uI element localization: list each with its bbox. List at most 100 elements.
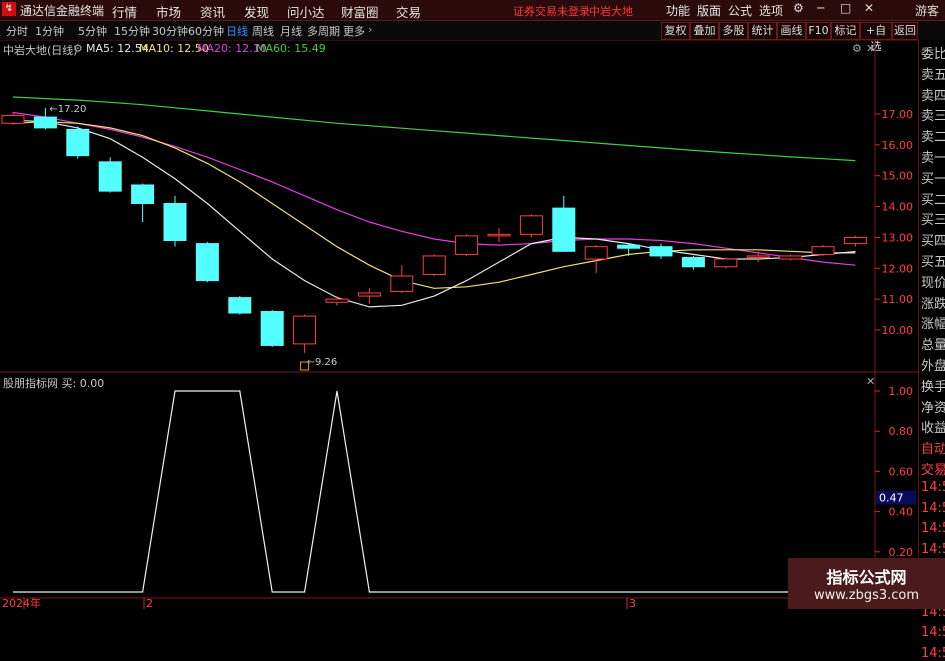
indicator-tick-label: 0.60 [889, 465, 914, 478]
candle-body [584, 246, 608, 260]
price-tick-label: 11.00 [882, 293, 914, 306]
period-60min[interactable]: 60分钟 [188, 23, 224, 39]
add-watchlist-button[interactable]: +自选 [860, 22, 892, 53]
back-button[interactable]: 返回 [892, 22, 918, 40]
candle-body [163, 202, 187, 242]
x-tick-label: 2024年 [2, 596, 41, 609]
watermark-url: www.zbgs3.com [813, 588, 920, 603]
period-weekly[interactable]: 周线 [252, 23, 274, 39]
quote-panel-item: 买五 [921, 255, 945, 270]
candle-body [714, 258, 738, 268]
ma60-line [12, 96, 856, 162]
candle-body [455, 235, 479, 255]
menu-banmian[interactable]: 版面 [697, 2, 721, 19]
candle-body [195, 243, 219, 282]
ma5-line [12, 119, 856, 308]
menu-jiaoyi[interactable]: 交易 [396, 2, 421, 21]
quote-panel-item: 涨幅 [921, 317, 945, 333]
stock-period-label: 中岩大地(日线) [3, 44, 78, 57]
diejia-button[interactable]: 叠加 [690, 22, 719, 40]
candle-body [131, 184, 155, 204]
pane-close-icon[interactable]: ✕ [866, 42, 875, 55]
menu-gongneng[interactable]: 功能 [666, 2, 690, 19]
candle-body [843, 236, 867, 245]
candle-body [422, 255, 446, 275]
fuquan-button[interactable]: 复权 [661, 22, 690, 40]
kline-chart[interactable]: ←17.20 ←9.26 17.00 16.00 15.00 14.00 13.00 12.… [0, 40, 918, 609]
quote-panel-item: 收益 [921, 421, 945, 437]
menu-wenxiaoda[interactable]: 问小达 [287, 2, 325, 21]
high-price-mark: ←17.20 [49, 104, 86, 115]
period-15min[interactable]: 15分钟 [114, 23, 150, 39]
indicator-tick-label: 0.20 [889, 546, 914, 559]
minimize-icon[interactable]: ─ [817, 1, 824, 15]
candle-body [746, 255, 770, 258]
quote-panel-item: 涨跌 [921, 296, 945, 312]
watermark-title: 指标公式网 [826, 568, 907, 587]
menu-faxian[interactable]: 发现 [244, 2, 269, 21]
candle-body [617, 244, 641, 249]
quote-panel-item: 卖二 [921, 130, 945, 146]
quote-panel-item: 自动 [921, 442, 945, 458]
candle-body [260, 310, 284, 346]
period-fenshi[interactable]: 分时 [6, 23, 28, 39]
quote-panel-item: 卖三 [921, 109, 945, 125]
candle-body [390, 275, 414, 292]
price-tick-label: 14.00 [882, 201, 914, 214]
quote-panel-item: 14:56 [921, 542, 945, 558]
indicator-line [13, 390, 856, 593]
quote-panel-item: 14:56 [921, 521, 945, 537]
period-monthly[interactable]: 月线 [280, 23, 302, 39]
title-bar: ↯ 通达信金融终端 行情 市场 资讯 发现 问小达 财富圈 交易 证券交易未登录… [0, 0, 945, 21]
axis-layer: 17.00 16.00 15.00 14.00 13.00 12.00 11.00 10.00… [2, 108, 916, 609]
quote-panel-item: 14:56 [921, 625, 945, 641]
gear-icon[interactable]: ⚙ [852, 42, 862, 55]
quote-panel-item: 14:56 [921, 500, 945, 516]
huaxian-button[interactable]: 画线 [777, 22, 806, 40]
period-5min[interactable]: 5分钟 [78, 23, 107, 39]
indicator-label: 股朋指标网 买: 0.00 [3, 377, 105, 390]
low-price-mark: ←9.26 [307, 357, 338, 368]
period-more[interactable]: 更多 [343, 23, 365, 39]
period-daily[interactable]: 日线 [226, 23, 248, 39]
x-tick-label: 3 [629, 597, 636, 609]
menu-hangqing[interactable]: 行情 [112, 2, 137, 21]
candle-body [293, 315, 317, 345]
quote-side-panel: 委比 卖五 卖四 卖三 卖二 卖一 买一 买二 买三 买四 买五 现价 涨跌 涨幅 总量 外盘 换手 净资 收益 自动… [918, 40, 945, 661]
candle-body [779, 255, 803, 260]
candle-body [98, 161, 122, 192]
menu-xuanxiang[interactable]: 选项 [759, 2, 783, 19]
app-logo-icon: ↯ [2, 2, 16, 16]
close-icon[interactable]: ✕ [864, 1, 874, 15]
price-tick-label: 13.00 [882, 231, 914, 244]
menu-caifuquan[interactable]: 财富圈 [341, 2, 379, 21]
biaoji-button[interactable]: 标记 [831, 22, 860, 40]
settings-small-icon[interactable]: ⚙ [73, 42, 83, 55]
tongji-button[interactable]: 统计 [748, 22, 777, 40]
duogu-button[interactable]: 多股 [719, 22, 748, 40]
quote-panel-item: 委比 [921, 47, 945, 62]
menu-zixun[interactable]: 资讯 [200, 2, 225, 21]
menu-gongshi[interactable]: 公式 [728, 2, 752, 19]
x-tick-label: 2 [146, 597, 153, 609]
indicator-close-icon[interactable]: ✕ [866, 375, 875, 388]
candle-body [357, 292, 381, 297]
quote-panel-item: 换手 [921, 379, 945, 395]
settings-icon[interactable]: ⚙ [793, 1, 804, 15]
maximize-icon[interactable]: □ [840, 1, 851, 15]
candle-body [66, 128, 90, 157]
period-30min[interactable]: 30分钟 [152, 23, 188, 39]
period-multi[interactable]: 多周期 [307, 23, 340, 39]
period-1min[interactable]: 1分钟 [35, 23, 64, 39]
app-title: 通达信金融终端 [20, 4, 105, 18]
quote-panel-item: 净资 [921, 400, 945, 416]
guest-user[interactable]: 游客 [915, 2, 939, 19]
indicator-pane [13, 390, 856, 593]
candle-body [1, 115, 25, 124]
trade-login-status[interactable]: 证券交易未登录 [513, 3, 590, 19]
chevron-right-icon[interactable]: › [368, 23, 372, 36]
candle-body [33, 116, 57, 129]
f10-button[interactable]: F10 [806, 22, 831, 40]
ma60-legend: MA60: 15.49 [256, 42, 326, 55]
menu-shichang[interactable]: 市场 [156, 2, 181, 21]
